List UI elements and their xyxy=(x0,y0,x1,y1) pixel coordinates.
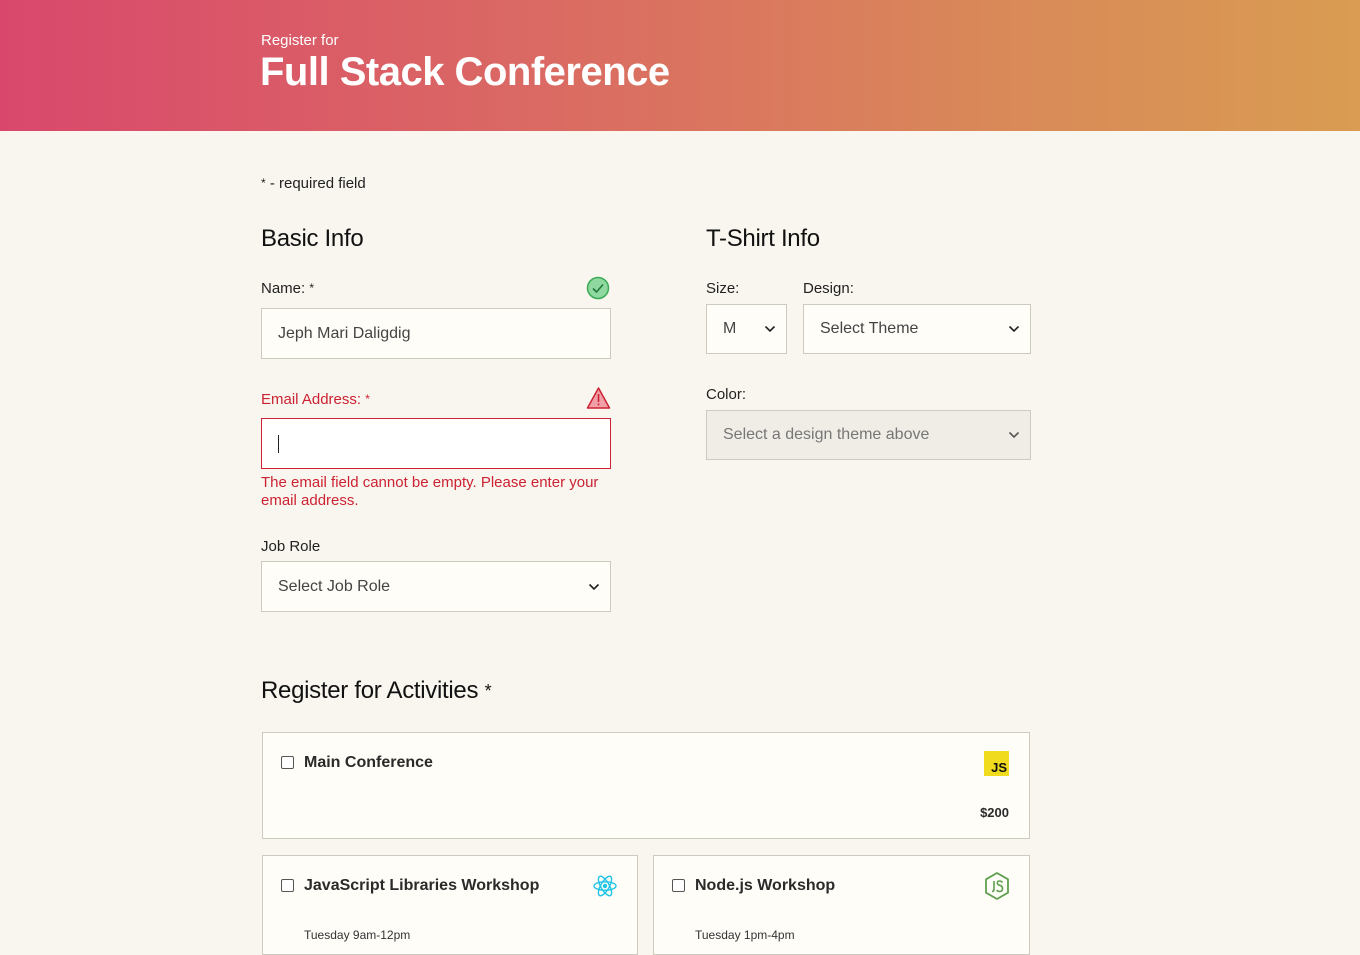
chevron-down-icon xyxy=(1008,431,1020,439)
activity-card-nodejs[interactable]: Node.js Workshop Tuesday 1pm-4pm xyxy=(653,855,1030,955)
name-input[interactable]: Jeph Mari Daligdig xyxy=(261,308,611,359)
header-subtitle: Register for xyxy=(261,32,339,49)
activity-price: $200 xyxy=(980,805,1009,820)
job-role-selected: Select Job Role xyxy=(278,577,391,595)
color-selected: Select a design theme above xyxy=(723,426,930,443)
size-selected: M xyxy=(723,320,737,337)
activity-time: Tuesday 9am-12pm xyxy=(304,928,411,942)
color-select[interactable]: Select a design theme above xyxy=(706,410,1031,460)
activity-time: Tuesday 1pm-4pm xyxy=(695,928,795,942)
required-field-note: * - required field xyxy=(261,175,366,192)
name-label: Name: * xyxy=(261,280,315,297)
email-input[interactable] xyxy=(261,418,611,469)
js-icon: JS xyxy=(984,751,1009,776)
activities-heading: Register for Activities * xyxy=(261,677,492,704)
nodejs-icon xyxy=(985,872,1009,900)
react-icon xyxy=(593,875,617,897)
tshirt-info-heading: T-Shirt Info xyxy=(706,225,820,252)
job-role-label: Job Role xyxy=(261,538,321,555)
size-select[interactable]: M xyxy=(706,304,787,354)
email-label: Email Address: * xyxy=(261,391,370,408)
design-label: Design: xyxy=(803,280,854,297)
page-header: Register for Full Stack Conference xyxy=(0,0,1360,131)
activity-checkbox[interactable] xyxy=(281,879,294,892)
activity-checkbox[interactable] xyxy=(672,879,685,892)
activity-title: Node.js Workshop xyxy=(695,877,836,894)
chevron-down-icon xyxy=(588,583,600,590)
warning-icon xyxy=(586,387,611,409)
activity-title: JavaScript Libraries Workshop xyxy=(304,877,540,894)
page-title: Full Stack Conference xyxy=(260,50,670,94)
name-input-value: Jeph Mari Daligdig xyxy=(278,324,411,342)
chevron-down-icon xyxy=(1008,325,1020,333)
color-label: Color: xyxy=(706,386,747,403)
required-note-text: - required field xyxy=(265,175,366,192)
basic-info-heading: Basic Info xyxy=(261,225,364,252)
activity-title: Main Conference xyxy=(304,754,433,771)
size-label: Size: xyxy=(706,280,740,297)
design-selected: Select Theme xyxy=(820,320,919,337)
chevron-down-icon xyxy=(764,325,776,333)
design-select[interactable]: Select Theme xyxy=(803,304,1031,354)
valid-check-icon xyxy=(586,276,610,300)
text-cursor xyxy=(278,434,279,453)
email-error-message: The email field cannot be empty. Please … xyxy=(261,474,599,509)
activity-card-js-libraries[interactable]: JavaScript Libraries Workshop Tuesday 9a… xyxy=(262,855,638,955)
job-role-select[interactable]: Select Job Role xyxy=(261,561,611,612)
activity-card-main-conference[interactable]: Main Conference JS $200 xyxy=(262,732,1030,839)
activity-checkbox[interactable] xyxy=(281,756,294,769)
